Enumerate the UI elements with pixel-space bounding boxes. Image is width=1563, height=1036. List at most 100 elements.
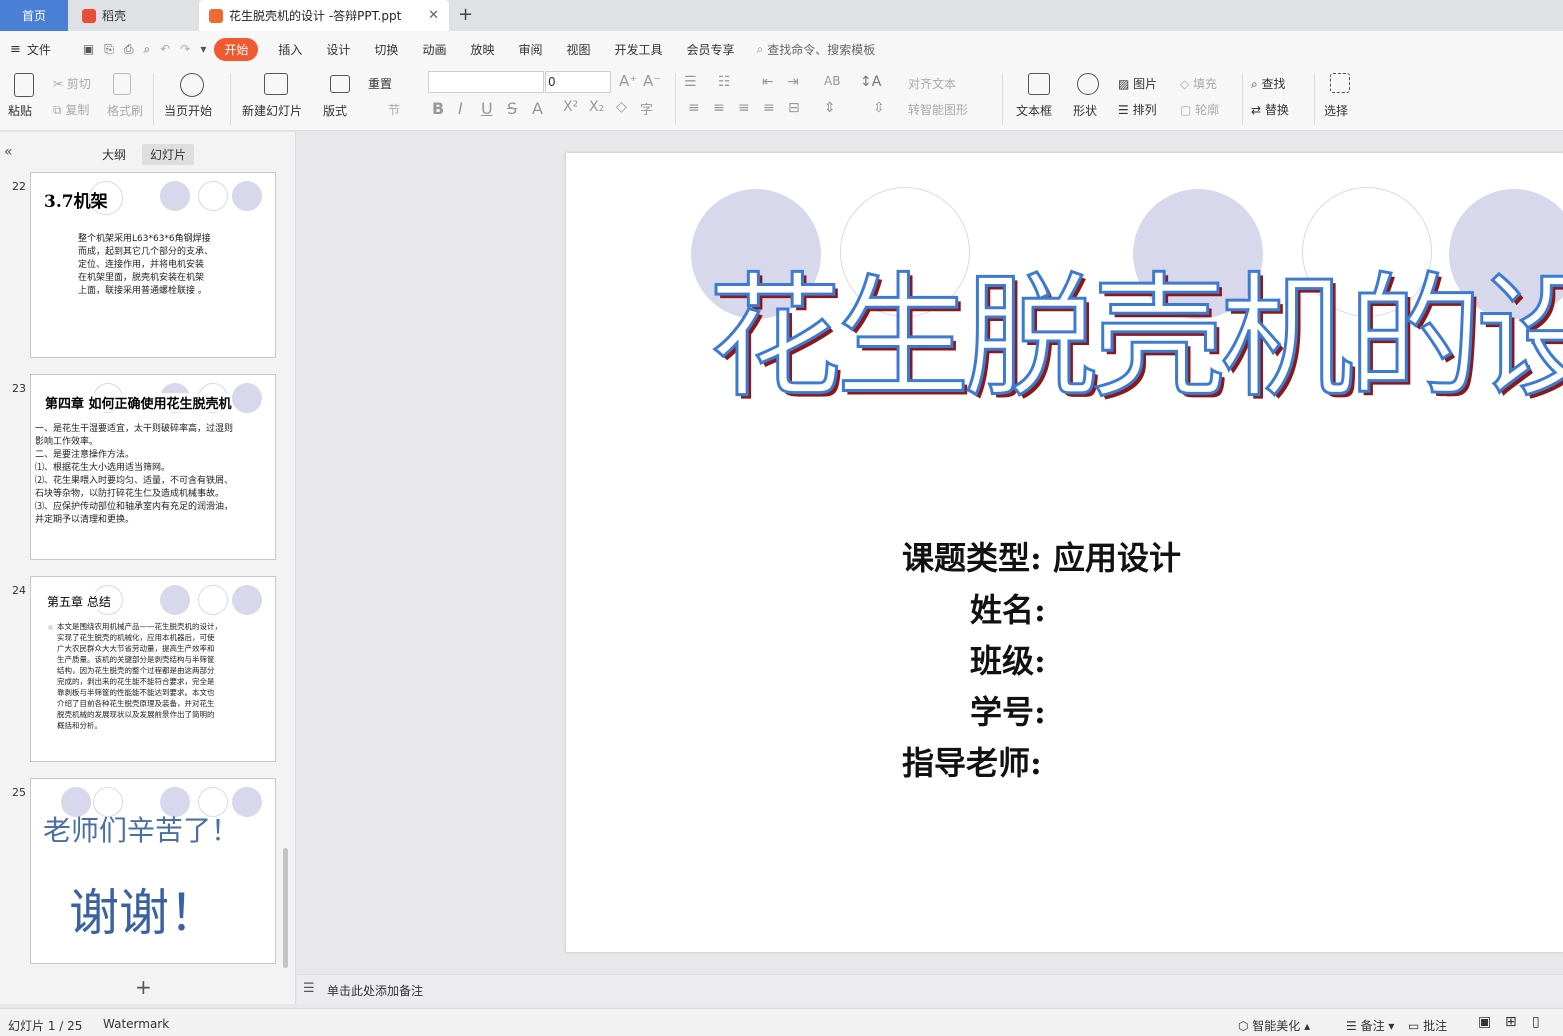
- font-size-field[interactable]: 0: [545, 71, 611, 93]
- command-search[interactable]: 查找命令、搜索模板: [767, 41, 875, 58]
- menu-member[interactable]: 会员专享: [687, 41, 735, 58]
- save-icon[interactable]: ▣: [83, 42, 94, 56]
- font-color-icon[interactable]: A: [532, 99, 543, 118]
- para-spacing-icon[interactable]: ⇕: [824, 100, 836, 116]
- print-icon[interactable]: ⎙: [124, 42, 134, 57]
- distribute-icon[interactable]: ⊟: [788, 100, 800, 116]
- advisor-line[interactable]: 指导老师:: [902, 738, 1042, 784]
- subscript-icon[interactable]: X₂: [589, 99, 604, 115]
- close-icon[interactable]: ✕: [428, 8, 439, 23]
- shape-icon[interactable]: [1077, 73, 1099, 95]
- format-painter-button[interactable]: 格式刷: [107, 102, 143, 119]
- beautify-button[interactable]: ⬡ 智能美化 ▴: [1238, 1017, 1310, 1034]
- collapse-panel-icon[interactable]: «: [4, 144, 13, 160]
- slide-thumbnail-22[interactable]: 3.7机架 整个机架采用L63*63*6角钢焊接 而成，起到其它几个部分的支承、…: [30, 172, 276, 358]
- add-slide-icon[interactable]: +: [135, 975, 152, 999]
- layout-button[interactable]: 版式: [323, 102, 347, 119]
- undo-icon[interactable]: ↶: [160, 42, 170, 56]
- line-spacing-icon[interactable]: ↕A: [860, 74, 881, 90]
- textbox-button[interactable]: 文本框: [1016, 102, 1052, 119]
- tab-document[interactable]: 花生脱壳机的设计 -答辩PPT.ppt ✕: [199, 0, 449, 31]
- phonetic-icon[interactable]: 字: [640, 99, 653, 118]
- reading-view-icon[interactable]: ▯: [1532, 1014, 1540, 1030]
- select-button[interactable]: 选择: [1324, 102, 1348, 119]
- outline-button[interactable]: ▢ 轮廓: [1180, 101, 1219, 118]
- font-name-field[interactable]: [428, 71, 544, 93]
- notes-placeholder[interactable]: 单击此处添加备注: [327, 982, 423, 999]
- tab-outline[interactable]: 大纲: [94, 144, 134, 165]
- student-id-line[interactable]: 学号:: [970, 687, 1046, 733]
- clear-format-icon[interactable]: ◇: [616, 99, 627, 115]
- notes-pane[interactable]: ☰ 单击此处添加备注: [297, 974, 1563, 1004]
- tab-home[interactable]: 首页: [0, 0, 68, 31]
- smart-shape-button[interactable]: 转智能图形: [908, 101, 968, 118]
- paste-icon[interactable]: [14, 73, 34, 97]
- preview-icon[interactable]: ⌕: [143, 42, 150, 57]
- numbered-list-icon[interactable]: ☷: [718, 74, 731, 90]
- menu-design[interactable]: 设计: [326, 41, 350, 58]
- panel-scrollbar[interactable]: [283, 848, 288, 968]
- find-button[interactable]: ⌕ 查找: [1251, 75, 1286, 92]
- paste-button[interactable]: 粘贴: [8, 102, 32, 119]
- outdent-icon[interactable]: ⇤: [762, 74, 774, 90]
- copy-button[interactable]: ⧉ 复制: [53, 101, 89, 118]
- shape-button[interactable]: 形状: [1073, 102, 1097, 119]
- spacing-icon[interactable]: ⇳: [873, 100, 885, 116]
- slide-sorter-icon[interactable]: ⊞: [1505, 1014, 1517, 1030]
- bullet-list-icon[interactable]: ☰: [684, 74, 697, 90]
- menu-animation[interactable]: 动画: [422, 41, 446, 58]
- strikethrough-icon[interactable]: S: [507, 99, 517, 118]
- more-icon[interactable]: ▾: [200, 42, 206, 56]
- export-icon[interactable]: ⎘: [104, 42, 114, 57]
- section-button[interactable]: 节: [388, 101, 400, 118]
- align-left-icon[interactable]: ≡: [688, 100, 700, 116]
- menu-home[interactable]: 开始: [214, 37, 259, 61]
- font-grow-icon[interactable]: A⁺: [619, 72, 637, 90]
- align-right-icon[interactable]: ≡: [738, 100, 750, 116]
- underline-icon[interactable]: U: [481, 99, 493, 118]
- tab-slides[interactable]: 幻灯片: [142, 144, 195, 165]
- new-slide-button[interactable]: 新建幻灯片: [242, 102, 302, 119]
- align-center-icon[interactable]: ≡: [713, 100, 725, 116]
- bold-icon[interactable]: B: [432, 99, 444, 118]
- reset-button[interactable]: 重置: [368, 75, 392, 92]
- font-shrink-icon[interactable]: A⁻: [643, 72, 661, 90]
- name-line[interactable]: 姓名:: [970, 585, 1046, 631]
- select-icon[interactable]: [1330, 73, 1350, 93]
- hamburger-icon[interactable]: ≡: [10, 42, 21, 57]
- align-text-button[interactable]: 对齐文本: [908, 75, 956, 92]
- cut-button[interactable]: ✂ 剪切: [53, 75, 91, 92]
- italic-icon[interactable]: I: [458, 99, 463, 118]
- slide-title[interactable]: 花生脱壳机的设计: [707, 253, 1563, 423]
- slide-thumbnail-24[interactable]: 第五章 总结 本文是围绕农用机械产品——花生脱壳机的设计， 实现了花生脱壳的机械…: [30, 576, 276, 762]
- menu-slideshow[interactable]: 放映: [470, 41, 494, 58]
- menu-review[interactable]: 审阅: [518, 41, 542, 58]
- indent-icon[interactable]: ⇥: [787, 74, 799, 90]
- topic-type-line[interactable]: 课题类型: 应用设计: [902, 533, 1181, 579]
- tab-daoke[interactable]: 稻壳: [70, 0, 198, 31]
- slide-thumbnail-23[interactable]: 第四章 如何正确使用花生脱壳机 一、是花生干湿要适宜，太干则破碎率高，过湿则 影…: [30, 374, 276, 560]
- menu-developer[interactable]: 开发工具: [615, 41, 663, 58]
- current-slide[interactable]: 花生脱壳机的设计 课题类型: 应用设计 姓名: 班级: 学号: 指导老师:: [566, 153, 1563, 952]
- slide-thumbnail-25[interactable]: 老师们辛苦了！ 谢谢！: [30, 778, 276, 964]
- textbox-icon[interactable]: [1028, 73, 1050, 95]
- menu-transition[interactable]: 切换: [374, 41, 398, 58]
- play-current-button[interactable]: 当页开始: [164, 102, 212, 119]
- class-line[interactable]: 班级:: [970, 636, 1046, 682]
- redo-icon[interactable]: ↷: [180, 42, 190, 56]
- justify-icon[interactable]: ≡: [763, 100, 775, 116]
- menu-insert[interactable]: 插入: [278, 41, 302, 58]
- theme-name[interactable]: Watermark: [103, 1017, 169, 1031]
- menu-file[interactable]: 文件: [27, 41, 51, 58]
- play-icon[interactable]: [180, 73, 204, 97]
- superscript-icon[interactable]: X²: [563, 99, 578, 115]
- arrange-button[interactable]: ☰ 排列: [1118, 101, 1157, 118]
- picture-button[interactable]: ▨ 图片: [1118, 75, 1157, 92]
- replace-button[interactable]: ⇄ 替换: [1251, 101, 1289, 118]
- notes-button[interactable]: ☰ 备注 ▾: [1346, 1017, 1394, 1034]
- comments-button[interactable]: ▭ 批注: [1408, 1017, 1447, 1034]
- menu-view[interactable]: 视图: [566, 41, 590, 58]
- new-tab-icon[interactable]: +: [458, 4, 473, 25]
- fill-button[interactable]: ◇ 填充: [1180, 75, 1217, 92]
- text-direction-icon[interactable]: AB: [824, 74, 840, 88]
